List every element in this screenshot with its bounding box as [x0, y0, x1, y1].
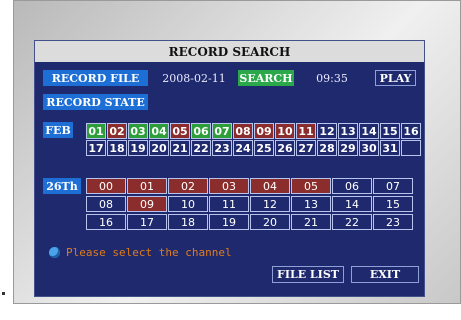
day-cell-13[interactable]: 13 [338, 123, 358, 139]
hour-cell-12[interactable]: 12 [250, 196, 290, 212]
hour-cell-16[interactable]: 16 [86, 214, 126, 230]
hour-cell-10[interactable]: 10 [168, 196, 208, 212]
day-cell-10[interactable]: 10 [275, 123, 295, 139]
hour-cell-21[interactable]: 21 [291, 214, 331, 230]
day-cell-03[interactable]: 03 [128, 123, 148, 139]
day-cell-30[interactable]: 30 [359, 140, 379, 156]
day-cell-17[interactable]: 17 [86, 140, 106, 156]
hour-cell-14[interactable]: 14 [332, 196, 372, 212]
hour-cell-09[interactable]: 09 [127, 196, 167, 212]
hint-text: Please select the channel [66, 245, 232, 259]
day-cell-08[interactable]: 08 [233, 123, 253, 139]
day-cell-22[interactable]: 22 [191, 140, 211, 156]
hour-cell-03[interactable]: 03 [209, 178, 249, 194]
dialog-title: RECORD SEARCH [35, 41, 424, 62]
day-cell-07[interactable]: 07 [212, 123, 232, 139]
hour-cell-22[interactable]: 22 [332, 214, 372, 230]
day-cell-16[interactable]: 16 [401, 123, 421, 139]
day-cell-15[interactable]: 15 [380, 123, 400, 139]
day-cell-28[interactable]: 28 [317, 140, 337, 156]
hour-cell-17[interactable]: 17 [127, 214, 167, 230]
hint-row: Please select the channel [49, 244, 232, 260]
day-cell-14[interactable]: 14 [359, 123, 379, 139]
day-cell-31[interactable]: 31 [380, 140, 400, 156]
month-label: FEB [43, 122, 73, 138]
day-cell-20[interactable]: 20 [149, 140, 169, 156]
hour-cell-06[interactable]: 06 [332, 178, 372, 194]
hour-cell-00[interactable]: 00 [86, 178, 126, 194]
hour-cell-11[interactable]: 11 [209, 196, 249, 212]
day-cell-12[interactable]: 12 [317, 123, 337, 139]
hour-cell-13[interactable]: 13 [291, 196, 331, 212]
calendar-day-grid: 01 02 03 04 05 06 07 08 09 10 11 12 13 14 15 16 17 18 19 20… [86, 123, 421, 156]
file-list-button[interactable]: FILE LIST [272, 266, 344, 283]
date-field[interactable]: 2008-02-11 [152, 70, 236, 86]
day-cell-27[interactable]: 27 [296, 140, 316, 156]
selected-day-label: 26Th [43, 178, 81, 194]
day-cell-02[interactable]: 02 [107, 123, 127, 139]
day-cell-04[interactable]: 04 [149, 123, 169, 139]
hour-cell-01[interactable]: 01 [127, 178, 167, 194]
day-cell-empty [401, 140, 421, 156]
day-cell-19[interactable]: 19 [128, 140, 148, 156]
record-state-button[interactable]: RECORD STATE [43, 94, 148, 110]
day-cell-11[interactable]: 11 [296, 123, 316, 139]
hour-cell-08[interactable]: 08 [86, 196, 126, 212]
hour-cell-18[interactable]: 18 [168, 214, 208, 230]
hour-cell-15[interactable]: 15 [373, 196, 413, 212]
record-file-button[interactable]: RECORD FILE [43, 70, 148, 86]
hour-cell-05[interactable]: 05 [291, 178, 331, 194]
day-cell-01[interactable]: 01 [86, 123, 106, 139]
hour-cell-07[interactable]: 07 [373, 178, 413, 194]
day-cell-26[interactable]: 26 [275, 140, 295, 156]
bullet-dot [2, 292, 5, 295]
day-cell-23[interactable]: 23 [212, 140, 232, 156]
day-cell-09[interactable]: 09 [254, 123, 274, 139]
day-cell-25[interactable]: 25 [254, 140, 274, 156]
time-field[interactable]: 09:35 [306, 70, 358, 86]
day-cell-05[interactable]: 05 [170, 123, 190, 139]
day-cell-06[interactable]: 06 [191, 123, 211, 139]
play-button[interactable]: PLAY [375, 70, 416, 86]
record-search-dialog: RECORD SEARCH RECORD FILE 2008-02-11 SEA… [34, 40, 425, 297]
day-cell-24[interactable]: 24 [233, 140, 253, 156]
info-bubble-icon [49, 246, 60, 258]
hour-cell-02[interactable]: 02 [168, 178, 208, 194]
search-button[interactable]: SEARCH [238, 70, 294, 86]
day-cell-29[interactable]: 29 [338, 140, 358, 156]
day-cell-18[interactable]: 18 [107, 140, 127, 156]
hour-grid: 00 01 02 03 04 05 06 07 08 09 10 11 12 13 14 15 16 17 18 19… [86, 178, 413, 230]
day-cell-21[interactable]: 21 [170, 140, 190, 156]
hour-cell-23[interactable]: 23 [373, 214, 413, 230]
exit-button[interactable]: EXIT [351, 266, 419, 283]
hour-cell-20[interactable]: 20 [250, 214, 290, 230]
hour-cell-19[interactable]: 19 [209, 214, 249, 230]
hour-cell-04[interactable]: 04 [250, 178, 290, 194]
